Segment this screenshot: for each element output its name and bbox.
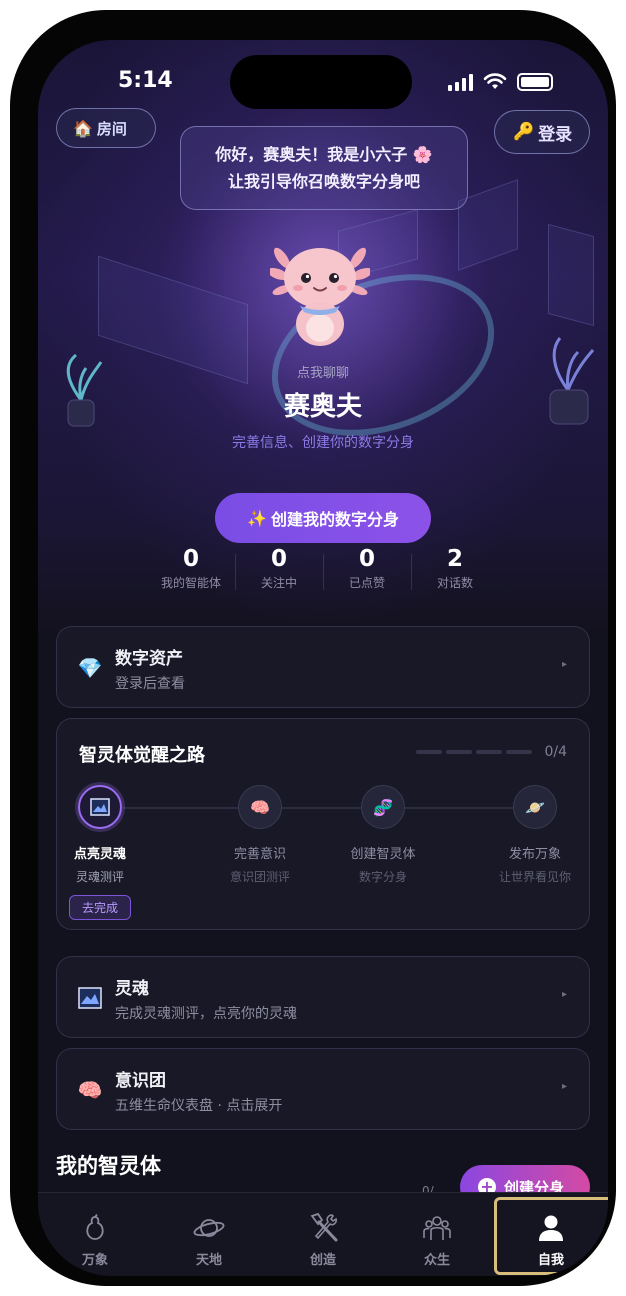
axolotl-mascot[interactable] bbox=[270, 240, 370, 350]
phone-frame: 5:14 🏠 房间 🔑 登录 你好，赛奥夫！我是小六子 🌸 让我引导你召唤数字分… bbox=[10, 10, 616, 1286]
tools-icon bbox=[305, 1212, 341, 1243]
tab-wanxiang[interactable]: 万象 bbox=[38, 1193, 152, 1276]
house-icon: 🏠 bbox=[73, 118, 93, 138]
tab-label: 创造 bbox=[309, 1253, 336, 1268]
stat-liked[interactable]: 0 已点赞 bbox=[323, 544, 411, 596]
brain-icon: 🧠 bbox=[77, 1078, 103, 1102]
stat-label: 已点赞 bbox=[348, 576, 385, 590]
bottom-tab-bar: 万象 天地 创造 众生 自我 bbox=[38, 1192, 608, 1276]
sparkles-icon: ✨ bbox=[247, 508, 267, 528]
stat-value: 0 bbox=[270, 546, 287, 572]
tab-label: 万象 bbox=[81, 1253, 108, 1268]
wifi-icon bbox=[483, 73, 507, 89]
step-sub: 让世界看见你 bbox=[498, 870, 571, 884]
people-icon bbox=[419, 1213, 455, 1243]
card-subtitle: 登录后查看 bbox=[115, 675, 185, 692]
soul-image-icon bbox=[77, 985, 103, 1011]
progress-segment bbox=[476, 750, 503, 754]
status-icons bbox=[448, 70, 553, 94]
stat-value: 0 bbox=[182, 546, 199, 572]
tab-label: 自我 bbox=[537, 1253, 564, 1268]
stat-value: 0 bbox=[358, 546, 375, 572]
greeting-line-1: 你好，赛奥夫！我是小六子 🌸 bbox=[215, 145, 433, 164]
progress-segment bbox=[446, 750, 473, 754]
journey-progress: 0/4 bbox=[416, 744, 567, 760]
gourd-icon bbox=[77, 1213, 113, 1243]
stat-my-agents[interactable]: 0 我的智能体 bbox=[147, 544, 235, 596]
consciousness-card[interactable]: 🧠 意识团 五维生命仪表盘 · 点击展开 ▸ bbox=[56, 1048, 590, 1130]
tab-zhongsheng[interactable]: 众生 bbox=[380, 1193, 494, 1276]
profile-subtitle[interactable]: 完善信息、创建你的数字分身 bbox=[38, 432, 608, 452]
flower-icon: 🌸 bbox=[412, 145, 433, 164]
login-label: 登录 bbox=[538, 124, 573, 145]
diamond-icon: 💎 bbox=[77, 656, 103, 680]
progress-segment bbox=[416, 750, 443, 754]
tab-label: 天地 bbox=[195, 1253, 222, 1268]
journey-progress-text: 0/4 bbox=[544, 744, 567, 760]
signal-icon bbox=[448, 73, 473, 91]
stat-following[interactable]: 0 关注中 bbox=[235, 544, 323, 596]
profile-name: 赛奥夫 bbox=[283, 392, 362, 422]
step-light-soul[interactable]: 点亮灵魂 灵魂测评 去完成 bbox=[45, 785, 155, 920]
step-action-tag[interactable]: 去完成 bbox=[68, 895, 131, 920]
app-screen: 5:14 🏠 房间 🔑 登录 你好，赛奥夫！我是小六子 🌸 让我引导你召唤数字分… bbox=[38, 40, 608, 1276]
stat-label: 我的智能体 bbox=[160, 576, 221, 590]
digital-assets-card[interactable]: 💎 数字资产 登录后查看 ▸ bbox=[56, 626, 590, 708]
stats-row: 0 我的智能体 0 关注中 0 已点赞 2 对话数 bbox=[147, 544, 499, 596]
tab-ziwo[interactable]: 自我 bbox=[494, 1193, 608, 1276]
create-digital-twin-button[interactable]: ✨ 创建我的数字分身 bbox=[215, 493, 431, 543]
step-connector bbox=[123, 807, 523, 809]
person-icon bbox=[533, 1213, 569, 1243]
status-time: 5:14 bbox=[118, 68, 173, 93]
step-label: 完善意识 bbox=[233, 847, 286, 862]
soul-card[interactable]: 灵魂 完成灵魂测评，点亮你的灵魂 ▸ bbox=[56, 956, 590, 1038]
step-sub: 意识团测评 bbox=[229, 870, 290, 884]
stat-conversations[interactable]: 2 对话数 bbox=[411, 544, 499, 596]
step-label: 点亮灵魂 bbox=[73, 847, 126, 862]
step-create-agent[interactable]: 🧬 创建智灵体 数字分身 bbox=[328, 785, 438, 885]
chat-hint[interactable]: 点我聊聊 bbox=[38, 362, 608, 381]
card-title: 意识团 bbox=[115, 1070, 166, 1091]
greeting-line-2: 让我引导你召唤数字分身吧 bbox=[227, 172, 420, 191]
greeting-bubble[interactable]: 你好，赛奥夫！我是小六子 🌸 让我引导你召唤数字分身吧 bbox=[180, 126, 468, 210]
key-icon: 🔑 bbox=[513, 122, 535, 142]
planet-icon bbox=[191, 1213, 227, 1243]
dna-icon: 🧬 bbox=[361, 785, 405, 829]
stat-value: 2 bbox=[446, 546, 463, 572]
brain-icon: 🧠 bbox=[238, 785, 282, 829]
stat-label: 对话数 bbox=[436, 576, 473, 590]
planet-icon: 🪐 bbox=[513, 785, 557, 829]
chevron-right-icon: ▸ bbox=[561, 659, 567, 670]
step-publish[interactable]: 🪐 发布万象 让世界看见你 bbox=[480, 785, 590, 885]
login-button[interactable]: 🔑 登录 bbox=[494, 110, 590, 154]
step-label: 创建智灵体 bbox=[350, 847, 416, 862]
card-title: 灵魂 bbox=[115, 978, 149, 999]
tab-chuangzao[interactable]: 创造 bbox=[266, 1193, 380, 1276]
stat-label: 关注中 bbox=[260, 576, 297, 590]
chevron-right-icon: ▸ bbox=[561, 1081, 567, 1092]
room-label: 房间 bbox=[96, 119, 127, 138]
step-sub: 灵魂测评 bbox=[75, 870, 124, 884]
card-title: 数字资产 bbox=[115, 648, 183, 669]
card-subtitle: 完成灵魂测评，点亮你的灵魂 bbox=[115, 1005, 297, 1022]
progress-segment bbox=[506, 750, 533, 754]
awakening-journey-card: 智灵体觉醒之路 0/4 点亮灵魂 灵魂测评 去完成 🧠 完善意识 意识团测评 🧬… bbox=[56, 718, 590, 930]
tab-label: 众生 bbox=[423, 1253, 450, 1268]
battery-icon bbox=[517, 73, 553, 91]
my-agents-title: 我的智灵体 bbox=[56, 1154, 161, 1178]
dynamic-island bbox=[230, 55, 412, 109]
chevron-right-icon: ▸ bbox=[561, 989, 567, 1000]
tab-tiandi[interactable]: 天地 bbox=[152, 1193, 266, 1276]
soul-image-icon bbox=[78, 785, 122, 829]
step-sub: 数字分身 bbox=[358, 870, 407, 884]
create-digital-twin-label: 创建我的数字分身 bbox=[270, 510, 399, 529]
journey-title: 智灵体觉醒之路 bbox=[79, 745, 205, 766]
step-complete-consciousness[interactable]: 🧠 完善意识 意识团测评 bbox=[205, 785, 315, 885]
step-label: 发布万象 bbox=[508, 847, 561, 862]
room-button[interactable]: 🏠 房间 bbox=[56, 108, 156, 148]
hero-decor-panel bbox=[548, 223, 594, 327]
card-subtitle: 五维生命仪表盘 · 点击展开 bbox=[115, 1097, 283, 1114]
